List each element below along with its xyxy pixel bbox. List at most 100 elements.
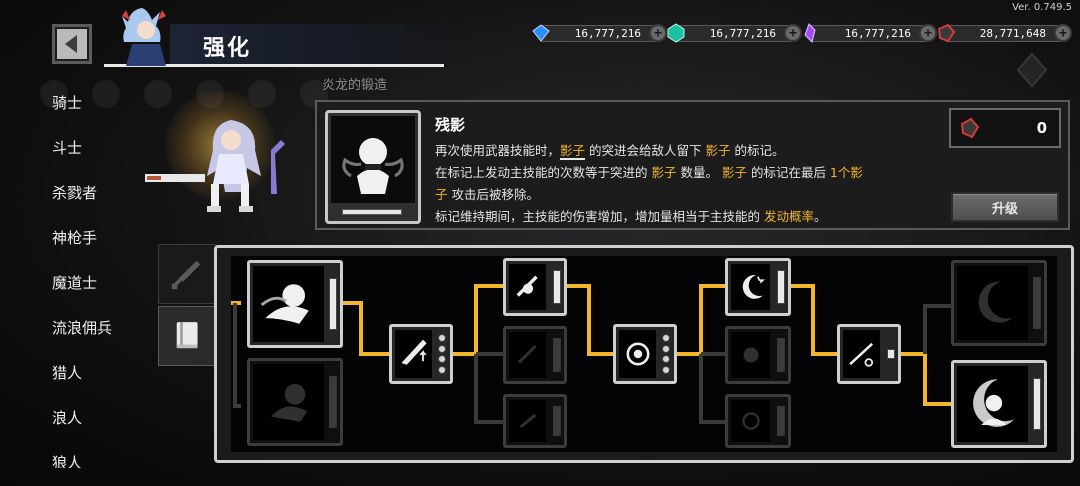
desc-text: 再次使用武器技能时， xyxy=(435,143,561,158)
desc-keyword: 影子 xyxy=(651,165,677,180)
desc-keyword: 1个影 xyxy=(829,165,863,180)
class-item[interactable]: 狼人 xyxy=(52,448,142,468)
skill-icon-frame xyxy=(325,110,421,224)
currency-red-ore: 28,771,648 + xyxy=(937,23,1072,43)
desc-line-4: 标记维持期间，主技能的伤害增加，增加量相当于主技能的 发动概率。 xyxy=(435,206,945,228)
desc-text: 的标记。 xyxy=(730,143,785,158)
desc-keyword: 影子 xyxy=(705,143,731,158)
add-currency-button[interactable]: + xyxy=(649,24,667,42)
node-slot-bar xyxy=(777,270,785,304)
class-list: 骑士 斗士 杀戮者 神枪手 魔道士 流浪佣兵 猎人 浪人 狼人 xyxy=(52,88,142,468)
class-item[interactable]: 骑士 xyxy=(52,88,142,133)
skill-name: 残影 xyxy=(435,116,466,134)
currency-value: 28,771,648 xyxy=(979,27,1046,40)
class-item[interactable]: 神枪手 xyxy=(52,223,142,268)
skill-node-locked[interactable] xyxy=(247,358,343,446)
tab-weapon[interactable] xyxy=(158,244,216,304)
desc-keyword: 影子 xyxy=(560,143,586,160)
currency-blue-gem: 16,777,216 + xyxy=(532,24,667,42)
class-item[interactable]: 魔道士 xyxy=(52,268,142,313)
skill-node-crescent[interactable] xyxy=(725,258,791,316)
shadow-dash-icon xyxy=(260,284,309,324)
skill-node-locked[interactable] xyxy=(503,394,567,448)
desc-text: 攻击后被移除。 xyxy=(447,187,539,202)
node-level-dots xyxy=(661,333,671,375)
level-dot xyxy=(662,365,670,374)
class-item[interactable]: 猎人 xyxy=(52,358,142,403)
class-item[interactable]: 杀戮者 xyxy=(52,178,142,223)
crescent-icon xyxy=(742,275,765,299)
skill-node-shadow-moon[interactable] xyxy=(951,360,1047,448)
skill-node-blade-up[interactable] xyxy=(389,324,453,384)
desc-line-2: 在标记上发动主技能的次数等于突进的 影子 数量。 影子 的标记在最后 1个影 xyxy=(435,162,945,184)
desc-keyword: 发动概率 xyxy=(763,209,814,224)
level-dot xyxy=(662,334,670,343)
shadow-clone-icon xyxy=(270,384,307,422)
skill-node-slash[interactable] xyxy=(503,258,567,316)
class-item[interactable]: 流浪佣兵 xyxy=(52,313,142,358)
back-button[interactable] xyxy=(52,24,92,64)
node-slot-bar xyxy=(553,270,561,304)
node-slot-bar xyxy=(777,405,785,437)
tab-skill-book[interactable] xyxy=(158,306,216,366)
currency-value: 16,777,216 xyxy=(709,27,776,40)
level-dot xyxy=(438,334,446,343)
node-slot-bar xyxy=(1033,277,1041,329)
level-dot xyxy=(438,344,446,353)
skill-node-moon-slash[interactable] xyxy=(837,324,901,384)
book-icon xyxy=(176,322,198,349)
dark-moon-icon xyxy=(978,281,1013,323)
desc-text: 的突进会给敌人留下 xyxy=(585,143,706,158)
add-currency-button[interactable]: + xyxy=(1054,24,1072,42)
skill-icon-bar xyxy=(342,209,402,215)
red-ore-icon xyxy=(937,23,956,43)
shadow-figure-icon xyxy=(342,138,404,194)
skill-node-locked[interactable] xyxy=(503,326,567,384)
sword-icon xyxy=(171,260,201,290)
purple-crystal-icon xyxy=(804,23,816,43)
character-sprite xyxy=(145,120,285,212)
skill-info-panel: 残影 再次使用武器技能时，影子 的突进会给敌人留下 影子 的标记。 在标记上发动… xyxy=(315,100,1070,230)
red-ore-icon xyxy=(960,117,980,139)
skill-icon xyxy=(331,116,415,203)
node-slot-bar xyxy=(329,277,337,331)
version-label: Ver. 0.749.5 xyxy=(1012,2,1072,13)
back-arrow-icon xyxy=(65,35,77,53)
add-currency-button[interactable]: + xyxy=(919,24,937,42)
desc-text: 数量。 xyxy=(676,165,722,180)
skill-tree-canvas xyxy=(231,256,1057,452)
skill-node-locked[interactable] xyxy=(951,260,1047,346)
currency-value: 16,777,216 xyxy=(844,27,911,40)
level-dot xyxy=(438,355,446,364)
eye-icon xyxy=(626,342,649,366)
class-item[interactable]: 斗士 xyxy=(52,133,142,178)
skill-node-eye[interactable] xyxy=(613,324,677,384)
skill-node-shadow-dash[interactable] xyxy=(247,260,343,348)
desc-text: 标记维持期间，主技能的伤害增加，增加量相当于主技能的 xyxy=(435,209,764,224)
skill-node-locked[interactable] xyxy=(725,394,791,448)
desc-keyword: 子 xyxy=(435,187,448,202)
add-currency-button[interactable]: + xyxy=(784,24,802,42)
node-slot-bar xyxy=(1033,377,1041,431)
desc-text: 在标记上发动主技能的次数等于突进的 xyxy=(435,165,652,180)
locked-skill-icon xyxy=(741,412,760,430)
skill-node-locked[interactable] xyxy=(725,326,791,384)
page-title: 强化 xyxy=(203,36,252,61)
desc-line-3: 子 攻击后被移除。 xyxy=(435,184,945,206)
sub-tab-label: 炎龙的锻造 xyxy=(322,78,388,93)
desc-text: 的标记在最后 xyxy=(746,165,830,180)
quest-icon[interactable] xyxy=(1014,52,1050,88)
currency-teal-gem: 16,777,216 + xyxy=(667,23,802,43)
shadow-moon-icon xyxy=(972,379,1014,427)
level-dot xyxy=(662,344,670,353)
slash-icon xyxy=(516,275,538,297)
level-dot xyxy=(662,355,670,364)
teal-gem-icon xyxy=(667,23,685,43)
level-dot xyxy=(438,365,446,374)
upgrade-button[interactable]: 升级 xyxy=(951,192,1059,222)
currency-value: 16,777,216 xyxy=(574,27,641,40)
class-item[interactable]: 浪人 xyxy=(52,403,142,448)
blue-diamond-icon xyxy=(532,24,550,42)
locked-skill-icon xyxy=(519,413,536,429)
locked-skill-icon xyxy=(743,347,758,363)
